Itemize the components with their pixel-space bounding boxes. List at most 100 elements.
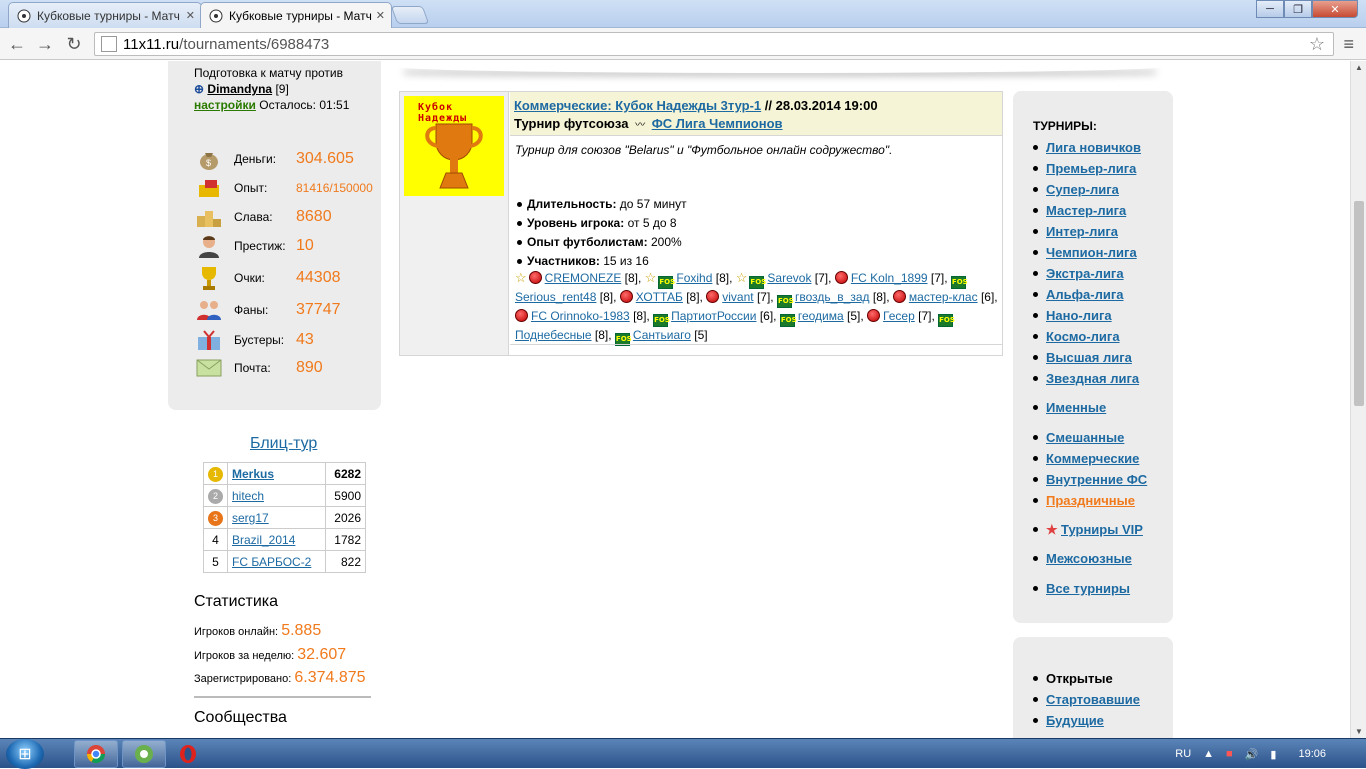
participant-link[interactable]: Поднебесные — [515, 328, 592, 342]
language-indicator[interactable]: RU — [1175, 748, 1191, 760]
tray-arrow-icon[interactable]: ▲ — [1203, 748, 1214, 760]
scrollbar-thumb[interactable] — [1354, 201, 1364, 406]
participant: FC Koln_1899 [7], — [834, 271, 948, 285]
scroll-up-icon[interactable]: ▲ — [1355, 63, 1363, 72]
blitz-player-link[interactable]: FC БАРБОС-2 — [232, 555, 311, 569]
gold-medal-icon: 1 — [208, 466, 223, 482]
blitz-player-link[interactable]: Merkus — [232, 467, 274, 481]
participant-link[interactable]: гвоздь_в_зад — [795, 290, 870, 304]
cup-trophy-icon — [425, 123, 483, 189]
list-item: Внутренние ФС — [1033, 469, 1147, 490]
menu-link-started[interactable]: Стартовавшие — [1046, 692, 1140, 707]
tournament-title-link[interactable]: Коммерческие: Кубок Надежды 3тур-1 — [514, 98, 761, 113]
menu-link[interactable]: Интер-лига — [1046, 224, 1118, 239]
menu-link[interactable]: Звездная лига — [1046, 371, 1139, 386]
participant-link[interactable]: FC Koln_1899 — [851, 271, 928, 285]
blitz-player-link[interactable]: serg17 — [232, 511, 269, 525]
menu-link-vip[interactable]: Турниры VIP — [1061, 522, 1143, 537]
close-window-icon[interactable]: ✕ — [1312, 0, 1358, 18]
start-button[interactable]: ⊞ — [6, 739, 44, 769]
blitz-player-link[interactable]: Brazil_2014 — [232, 533, 295, 547]
taskbar-chrome-button[interactable] — [74, 740, 118, 768]
participant-link[interactable]: Гесер — [883, 309, 915, 323]
club-logo-icon: ⊕ — [194, 82, 205, 96]
menu-link-future[interactable]: Будущие — [1046, 713, 1104, 728]
star-icon: ☆ — [735, 270, 748, 285]
menu-icon[interactable]: ≡ — [1343, 34, 1354, 55]
close-tab-icon[interactable]: ✕ — [186, 9, 195, 22]
page-icon — [101, 36, 117, 52]
participant-link[interactable]: мастер-клас — [909, 290, 978, 304]
blitz-player-link[interactable]: hitech — [232, 489, 264, 503]
tray-app-icon[interactable]: ■ — [1226, 748, 1233, 760]
league-list: Лига новичков Премьер-лига Супер-лига Масте… — [1033, 137, 1141, 389]
menu-link-named[interactable]: Именные — [1046, 400, 1106, 415]
browser-tab-1[interactable]: Кубковые турниры - Матч ✕ — [8, 2, 202, 28]
opera-icon[interactable] — [178, 744, 198, 767]
menu-link-all[interactable]: Все турниры — [1046, 581, 1130, 596]
menu-link[interactable]: Космо-лига — [1046, 329, 1120, 344]
participant-link[interactable]: vivant — [722, 290, 753, 304]
participant-link[interactable]: Foxihd — [676, 271, 712, 285]
card-footer — [510, 344, 1002, 345]
menu-link[interactable]: Экстра-лига — [1046, 266, 1124, 281]
participant-link[interactable]: Сантьиаго — [633, 328, 691, 342]
soccer-ball-icon — [209, 9, 223, 22]
mail-value[interactable]: 890 — [296, 359, 323, 377]
list-item: Экстра-лига — [1033, 263, 1141, 284]
menu-link[interactable]: Супер-лига — [1046, 182, 1119, 197]
participant-link[interactable]: геодима — [798, 309, 844, 323]
forward-arrow-icon[interactable]: → — [34, 34, 56, 54]
participant: ХОТТАБ [8], — [619, 290, 703, 304]
menu-link[interactable]: Смешанные — [1046, 430, 1124, 445]
menu-link-inter[interactable]: Межсоюзные — [1046, 551, 1132, 566]
participant-link[interactable]: CREMONEZE — [545, 271, 622, 285]
blitz-tour-link[interactable]: Блиц-тур — [250, 435, 317, 453]
inter-list: Межсоюзные — [1033, 548, 1132, 569]
browser-tab-label: Кубковые турниры - Матч — [37, 8, 180, 23]
participant-link[interactable]: Sarevok — [767, 271, 811, 285]
maximize-icon[interactable]: ❐ — [1284, 0, 1312, 18]
menu-link[interactable]: Внутренние ФС — [1046, 472, 1147, 487]
browser-toolbar: ← → ↻ 11x11.ru/tournaments/6988473 ☆ ≡ — [0, 28, 1366, 60]
belarus-flag-icon — [867, 309, 881, 322]
union-flag-icon: FOS — [653, 314, 670, 327]
menu-link[interactable]: Альфа-лига — [1046, 287, 1123, 302]
new-tab-button[interactable] — [390, 6, 430, 24]
browser-tab-2[interactable]: Кубковые турниры - Матч ✕ — [200, 2, 392, 28]
menu-link[interactable]: Коммерческие — [1046, 451, 1139, 466]
close-tab-icon[interactable]: ✕ — [376, 9, 385, 22]
list-item: Интер-лига — [1033, 221, 1141, 242]
menu-link[interactable]: Нано-лига — [1046, 308, 1112, 323]
menu-link[interactable]: Высшая лига — [1046, 350, 1132, 365]
participant: мастер-клас [6], — [892, 290, 998, 304]
address-bar[interactable]: 11x11.ru/tournaments/6988473 ☆ — [94, 32, 1334, 56]
list-item: Все турниры — [1033, 578, 1130, 599]
scroll-down-icon[interactable]: ▼ — [1355, 727, 1363, 736]
clock[interactable]: 19:06 — [1298, 748, 1326, 760]
back-arrow-icon[interactable]: ← — [6, 34, 28, 54]
menu-link[interactable]: Лига новичков — [1046, 140, 1141, 155]
belarus-flag-icon — [619, 290, 633, 303]
opponent-link[interactable]: Dimandyna — [207, 82, 272, 96]
money-bag-icon: $ — [194, 146, 224, 172]
reload-icon[interactable]: ↻ — [63, 34, 85, 54]
participant-link[interactable]: Serious_rent48 — [515, 290, 596, 304]
cup-image: Кубок Надежды — [404, 96, 504, 196]
volume-icon[interactable]: 🔊 — [1245, 748, 1259, 761]
settings-link[interactable]: настройки — [194, 98, 256, 112]
minimize-icon[interactable]: ─ — [1256, 0, 1284, 18]
participant-link[interactable]: FC Orinnoko-1983 — [531, 309, 630, 323]
participant-link[interactable]: ПартиотРоссии — [671, 309, 756, 323]
federation-link[interactable]: ФС Лига Чемпионов — [652, 116, 783, 131]
menu-link[interactable]: Праздничные — [1046, 493, 1135, 508]
vertical-scrollbar[interactable]: ▲ ▼ — [1350, 61, 1366, 738]
list-item: Высшая лига — [1033, 347, 1141, 368]
menu-link[interactable]: Чемпион-лига — [1046, 245, 1137, 260]
bookmark-star-icon[interactable]: ☆ — [1309, 34, 1325, 55]
network-icon[interactable]: ▮ — [1270, 748, 1276, 761]
taskbar-app-button[interactable] — [122, 740, 166, 768]
participant-link[interactable]: ХОТТАБ — [636, 290, 683, 304]
menu-link[interactable]: Мастер-лига — [1046, 203, 1126, 218]
menu-link[interactable]: Премьер-лига — [1046, 161, 1136, 176]
